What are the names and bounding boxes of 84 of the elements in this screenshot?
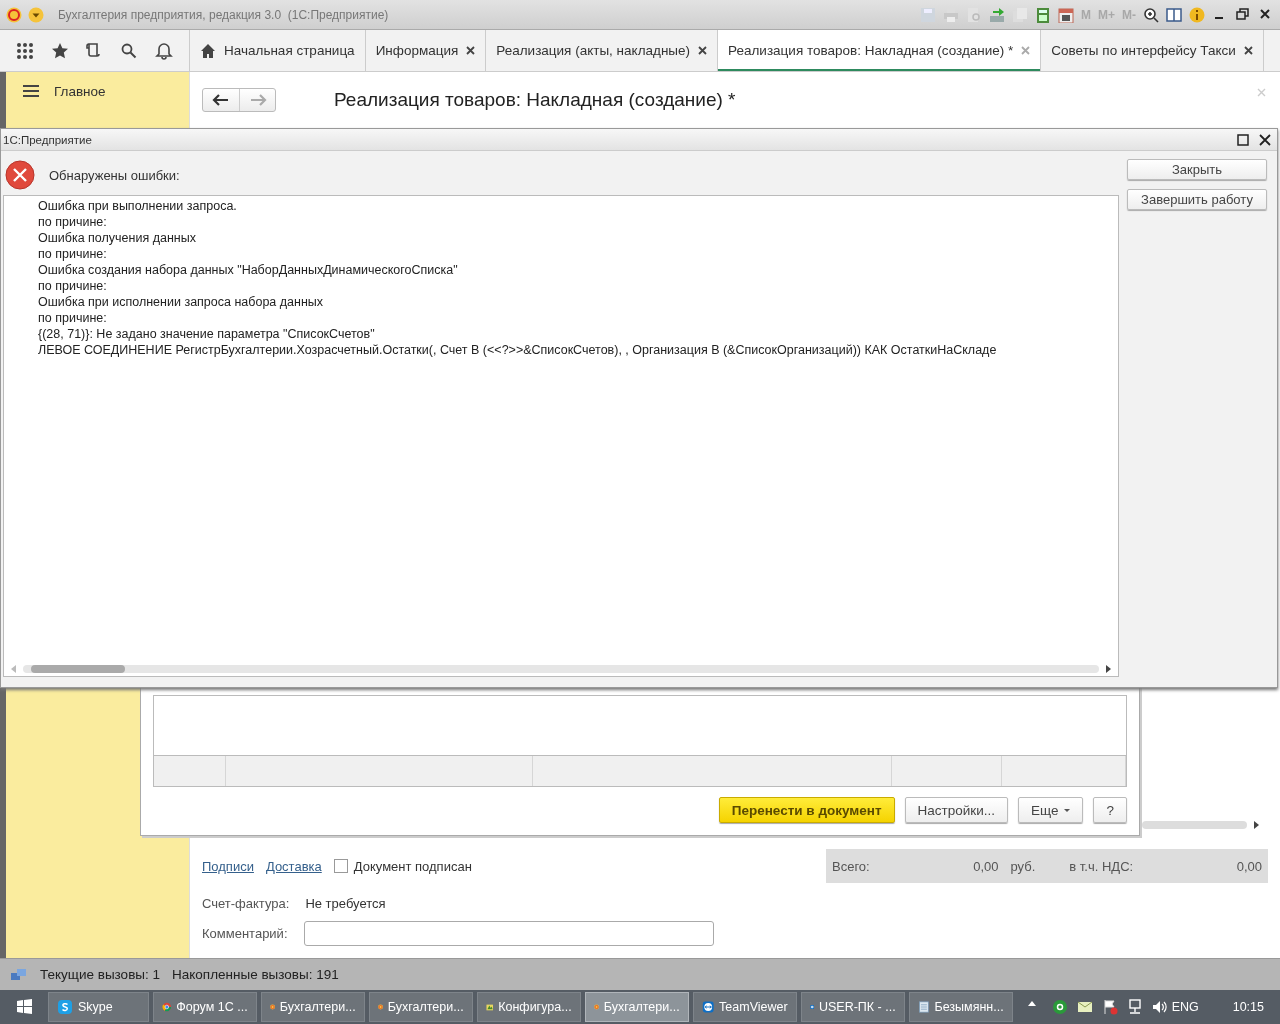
message-line: Ошибка при выполнении запроса. [38, 198, 238, 214]
close-icon[interactable] [1243, 46, 1253, 55]
tab[interactable]: Информация [365, 30, 487, 71]
flag-icon[interactable] [1101, 999, 1118, 1015]
message-line: ЛЕВОЕ СОЕДИНЕНИЕ РегистрБухгалтерии.Хозрасчетный.Остатки(, Счет В (<<?>>&СписокСчетов), , Организация В (&СписокОрганизаций)) КАК ОстаткиНаСкладе [38, 342, 998, 358]
sidebar-item[interactable]: Главное [6, 82, 189, 100]
total-value: 0,00 [973, 858, 999, 874]
more-button[interactable]: Еще [1018, 797, 1084, 823]
scroll-right-icon[interactable] [1253, 820, 1260, 830]
caret-icon[interactable] [28, 6, 44, 23]
caret-icon [1064, 808, 1071, 812]
taskbar-button[interactable]: Skype [48, 992, 149, 1022]
tab[interactable]: Реализация товаров: Накладная (создание) * [718, 30, 1042, 71]
taskbar-button[interactable]: USER-ПК - ... [800, 992, 905, 1022]
signed-checkbox[interactable]: Документ подписан [333, 858, 472, 874]
close-icon[interactable] [1259, 133, 1271, 146]
tab[interactable]: Начальная страница [190, 30, 366, 71]
message-line: Ошибка при исполнении запроса набора данных [38, 294, 325, 310]
message-line: Ошибка получения данных [38, 230, 197, 246]
status-text: Накопленные вызовы: 191 [172, 967, 339, 982]
logo-icon[interactable] [6, 6, 22, 23]
link[interactable]: Подписи [202, 858, 254, 874]
clock[interactable]: 10:15 [1232, 1000, 1264, 1014]
total-label: Всего: [832, 858, 870, 874]
close-icon[interactable] [698, 46, 708, 55]
calls-icon [10, 966, 28, 983]
search-icon[interactable] [120, 41, 139, 60]
message-line: по причине: [38, 310, 108, 326]
remote-icon [701, 999, 715, 1015]
transfer-button[interactable]: Перенести в документ [718, 797, 895, 823]
field-value: Не требуется [305, 895, 386, 911]
maximize-icon[interactable] [1237, 133, 1249, 146]
taskbar-button[interactable]: Форум 1С ... [152, 992, 257, 1022]
taskbar-button[interactable]: Конфигура... [476, 992, 581, 1022]
windows-icon [16, 999, 32, 1015]
scroll-thumb[interactable] [31, 665, 125, 673]
window-title: Бухгалтерия предприятия, редакция 3.0 (1С:Предприятие) [58, 7, 390, 22]
message-line: по причине: [38, 246, 108, 262]
notepad-icon [917, 999, 930, 1015]
message-line: {(28, 71)}: Не задано значение параметра "СписокСчетов" [38, 326, 376, 342]
document-title: Реализация товаров: Накладная (создание) * [334, 89, 736, 111]
comment-field[interactable] [303, 920, 714, 946]
info-icon[interactable] [1189, 6, 1205, 23]
forward-arrow-icon [248, 93, 267, 107]
message-line: по причине: [38, 214, 108, 230]
scroll-right-icon[interactable] [1105, 664, 1112, 674]
zoom-icon[interactable] [1143, 6, 1159, 23]
link[interactable]: Доставка [265, 858, 322, 874]
field-label: Счет-фактура: [202, 895, 290, 911]
dialog-button[interactable]: Завершить работу [1127, 189, 1267, 210]
taskbar-button[interactable]: TeamViewer [692, 992, 797, 1022]
field-label: Комментарий: [202, 925, 288, 941]
vat-value: 0,00 [1236, 858, 1262, 874]
calendar-icon[interactable] [1058, 6, 1074, 23]
dialog-title: 1С:Предприятие [3, 133, 92, 146]
language-indicator[interactable]: ENG [1171, 1000, 1199, 1014]
close-icon[interactable] [466, 46, 476, 55]
home-icon [200, 42, 216, 59]
calculator-icon[interactable] [1035, 6, 1051, 23]
dialog-button[interactable]: Закрыть [1127, 159, 1267, 180]
dialog-heading: Обнаружены ошибки: [49, 167, 180, 183]
panel-icon[interactable] [1166, 6, 1182, 23]
status-text: Текущие вызовы: 1 [40, 967, 161, 982]
bell-icon[interactable] [154, 41, 173, 60]
currency-label: руб. [1010, 858, 1036, 874]
form-button[interactable]: ? [1093, 797, 1127, 823]
restore-icon[interactable] [1235, 6, 1251, 23]
message-line: по причине: [38, 278, 108, 294]
apps-icon[interactable] [16, 41, 35, 60]
taskbar-button[interactable]: Безымянн... [908, 992, 1013, 1022]
back-arrow-icon [212, 93, 230, 107]
form-button[interactable]: Настройки... [904, 797, 1008, 823]
taskbar-button[interactable]: Бухгалтери... [368, 992, 473, 1022]
speaker-icon[interactable] [1151, 999, 1168, 1015]
vat-label: в т.ч. НДС: [1069, 858, 1134, 874]
menu-icon [22, 83, 40, 99]
tab[interactable]: Советы по интерфейсу Такси [1041, 30, 1264, 71]
error-icon [5, 160, 35, 190]
message-line: Ошибка создания набора данных "НаборДанныхДинамическогоСписка" [38, 262, 459, 278]
star-icon[interactable] [50, 41, 69, 60]
skype-icon [57, 999, 73, 1015]
taskbar-button[interactable]: Бухгалтери... [260, 992, 365, 1022]
mail-icon[interactable] [1076, 999, 1093, 1015]
network-icon[interactable] [1126, 999, 1143, 1015]
